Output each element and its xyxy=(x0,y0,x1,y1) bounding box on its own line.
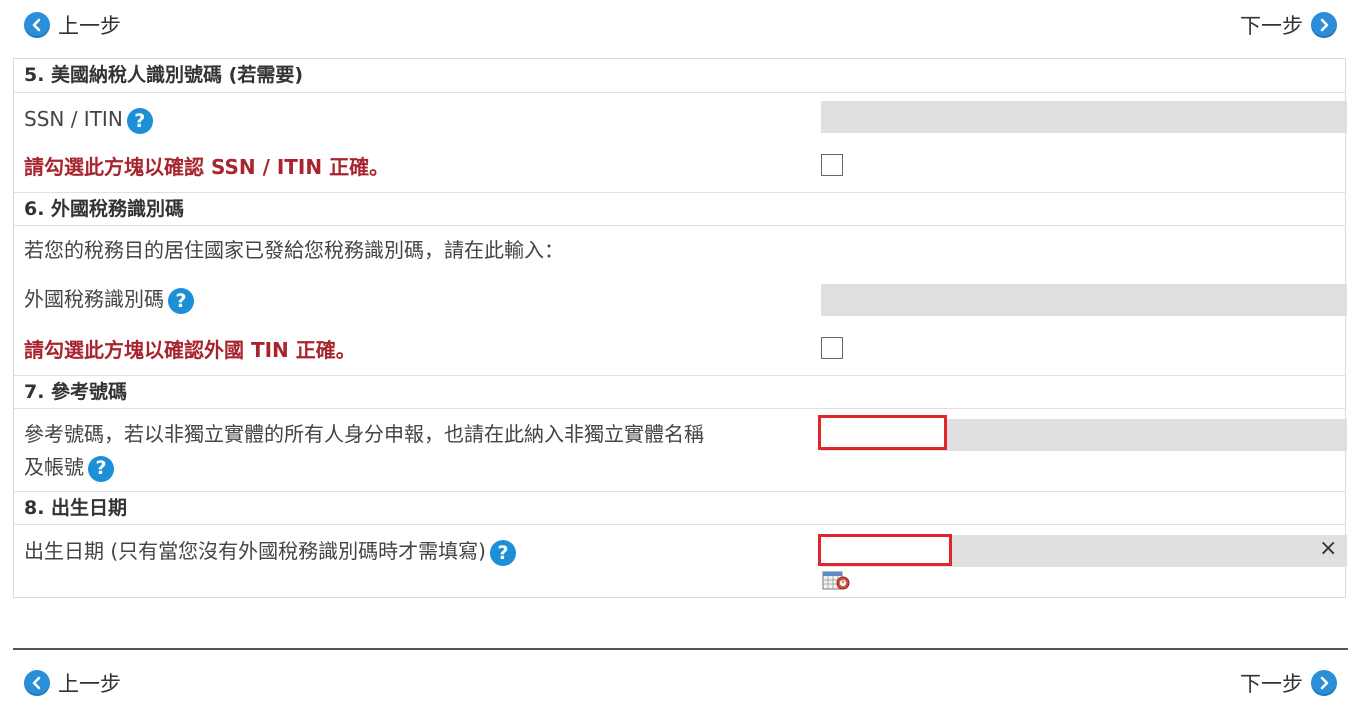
chevron-right-icon xyxy=(1311,12,1337,38)
section-8-title: 8. 出生日期 xyxy=(14,491,1345,524)
date-of-birth-highlight[interactable] xyxy=(818,534,952,566)
chevron-left-icon xyxy=(24,12,50,38)
reference-number-help-icon[interactable]: ? xyxy=(88,455,114,482)
foreign-tin-label: 外國稅務識別碼 xyxy=(24,287,164,311)
ssn-label: SSN / ITIN xyxy=(24,107,123,131)
date-of-birth-label-wrap: 出生日期 (只有當您沒有外國稅務識別碼時才需填寫)? xyxy=(24,535,516,567)
date-of-birth-row: 出生日期 (只有當您沒有外國稅務識別碼時才需填寫)? × xyxy=(14,524,1347,599)
section-5-title: 5. 美國納稅人識別號碼 (若需要) xyxy=(24,64,304,86)
next-step-button-bottom[interactable]: 下一步 xyxy=(1240,668,1337,698)
reference-number-row: 參考號碼，若以非獨立實體的所有人身分申報，也請在此納入非獨立實體名稱 及帳號? xyxy=(14,408,1347,491)
ssn-help-icon[interactable]: ? xyxy=(126,107,153,134)
ssn-confirm-checkbox[interactable] xyxy=(821,154,843,176)
ssn-label-wrap: SSN / ITIN? xyxy=(24,103,153,135)
prev-step-button-bottom[interactable]: 上一步 xyxy=(24,668,121,698)
footer-divider xyxy=(13,648,1348,650)
foreign-tin-label-wrap: 外國稅務識別碼? xyxy=(24,283,194,315)
foreign-tin-confirm-checkbox[interactable] xyxy=(821,337,843,359)
section-6-title: 6. 外國稅務識別碼 xyxy=(14,192,1345,225)
chevron-left-icon xyxy=(24,670,50,696)
reference-number-label-line2: 及帳號 xyxy=(24,455,84,479)
calendar-icon[interactable] xyxy=(822,569,850,591)
next-step-label: 下一步 xyxy=(1240,14,1303,38)
foreign-tin-confirm-label: 請勾選此方塊以確認外國 TIN 正確。 xyxy=(24,338,356,362)
date-of-birth-label: 出生日期 (只有當您沒有外國稅務識別碼時才需填寫) xyxy=(24,539,486,563)
reference-number-label-wrap: 參考號碼，若以非獨立實體的所有人身分申報，也請在此納入非獨立實體名稱 及帳號? xyxy=(24,418,704,484)
next-step-label: 下一步 xyxy=(1240,672,1303,696)
foreign-tin-row: 若您的稅務目的居住國家已發給您稅務識別碼，請在此輸入： 外國稅務識別碼? 請勾選… xyxy=(14,225,1347,375)
tax-id-form-panel: 5. 美國納稅人識別號碼 (若需要) SSN / ITIN? 請勾選此方塊以確認… xyxy=(13,58,1347,599)
ssn-confirm-label: 請勾選此方塊以確認 SSN / ITIN 正確。 xyxy=(24,155,390,179)
prev-step-label: 上一步 xyxy=(58,14,121,38)
next-step-button[interactable]: 下一步 xyxy=(1240,10,1337,40)
top-nav: 上一步 下一步 xyxy=(0,4,1353,44)
ssn-row: SSN / ITIN? 請勾選此方塊以確認 SSN / ITIN 正確。 xyxy=(14,92,1347,192)
prev-step-button[interactable]: 上一步 xyxy=(24,10,121,40)
bottom-nav: 上一步 下一步 xyxy=(0,662,1353,702)
ssn-input[interactable] xyxy=(821,101,1347,133)
prev-step-label: 上一步 xyxy=(58,672,121,696)
reference-number-highlight[interactable] xyxy=(818,415,947,450)
section-7-title: 7. 參考號碼 xyxy=(14,375,1345,408)
date-of-birth-help-icon[interactable]: ? xyxy=(489,539,516,566)
reference-number-label-line1: 參考號碼，若以非獨立實體的所有人身分申報，也請在此納入非獨立實體名稱 xyxy=(24,422,704,446)
clear-date-icon[interactable]: × xyxy=(1319,536,1337,561)
chevron-right-icon xyxy=(1311,670,1337,696)
foreign-tin-intro: 若您的稅務目的居住國家已發給您稅務識別碼，請在此輸入： xyxy=(24,238,564,262)
foreign-tin-input[interactable] xyxy=(821,284,1347,316)
foreign-tin-help-icon[interactable]: ? xyxy=(168,287,194,314)
